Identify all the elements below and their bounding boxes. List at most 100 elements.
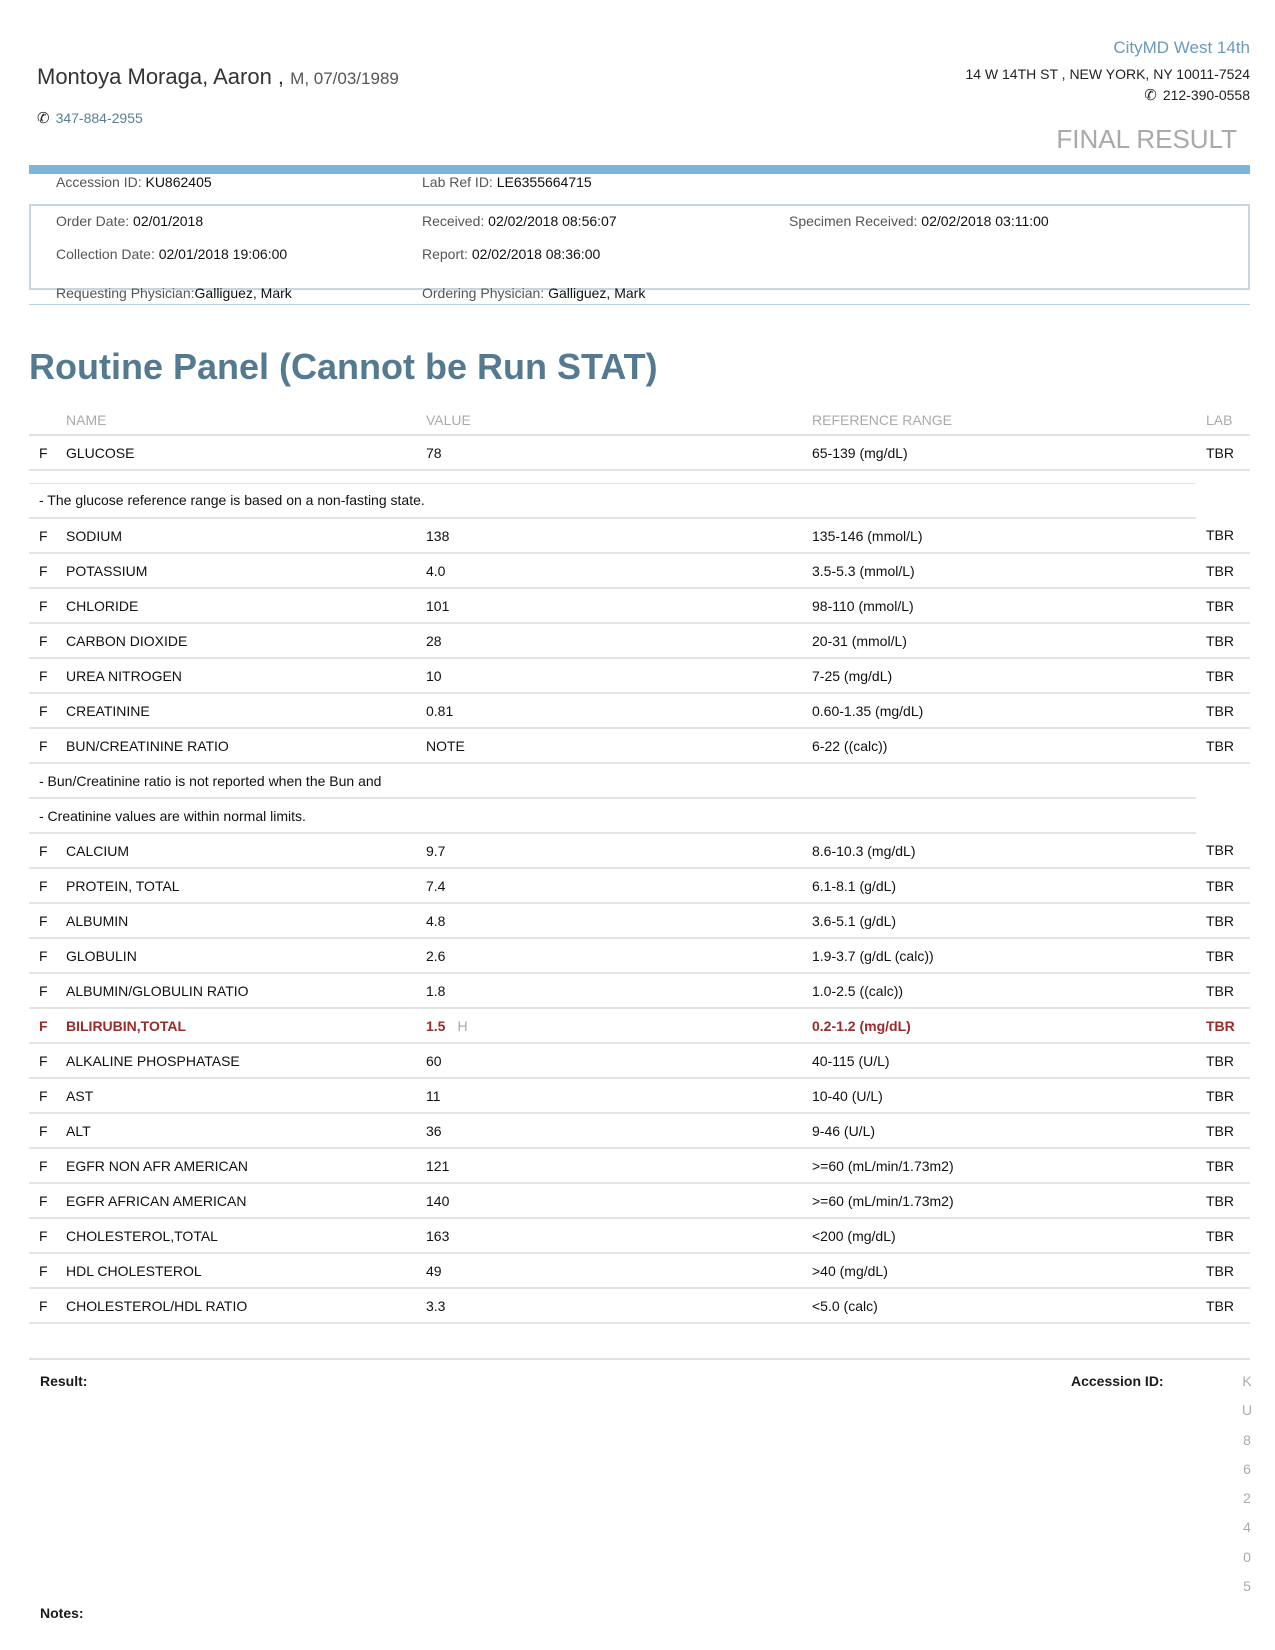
row-lab: TBR bbox=[1196, 518, 1250, 554]
patient-name: Montoya Moraga, Aaron , M, 07/03/1989 bbox=[37, 64, 399, 90]
row-flag: F bbox=[29, 1253, 66, 1289]
header-name: NAME bbox=[66, 405, 426, 436]
accession-char: 6 bbox=[1243, 1460, 1251, 1477]
row-reference: 1.9-3.7 (g/dL (calc)) bbox=[812, 938, 1196, 974]
row-value: 9.7 bbox=[426, 833, 812, 869]
row-flag: F bbox=[29, 1078, 66, 1114]
table-row: F GLOBULIN 2.6 1.9-3.7 (g/dL (calc)) TBR bbox=[29, 938, 1250, 974]
row-name: BILIRUBIN,TOTAL bbox=[66, 1008, 426, 1044]
phone-icon: ✆ bbox=[1144, 86, 1157, 104]
row-flag: F bbox=[29, 1148, 66, 1184]
bun-note-1: - Bun/Creatinine ratio is not reported w… bbox=[29, 763, 1196, 799]
row-reference: <200 (mg/dL) bbox=[812, 1218, 1196, 1254]
results-table: NAME VALUE REFERENCE RANGE LAB F GLUCOSE… bbox=[29, 405, 1250, 1324]
spacer-lab-cell bbox=[1196, 470, 1250, 483]
row-reference: 7-25 (mg/dL) bbox=[812, 658, 1196, 694]
requesting-physician-value: Galliguez, Mark bbox=[194, 285, 292, 301]
table-row: F BUN/CREATININE RATIO NOTE 6-22 ((calc)… bbox=[29, 728, 1250, 764]
table-note-row: - Creatinine values are within normal li… bbox=[29, 798, 1250, 834]
row-lab: TBR bbox=[1196, 728, 1250, 764]
row-lab: TBR bbox=[1196, 1113, 1250, 1149]
collection-date: Collection Date: 02/01/2018 19:06:00 bbox=[56, 246, 287, 262]
note-lab-cell bbox=[1196, 798, 1250, 833]
glucose-note: - The glucose reference range is based o… bbox=[29, 483, 1196, 519]
row-lab: TBR bbox=[1196, 938, 1250, 974]
footer-accession-label: Accession ID: bbox=[1071, 1373, 1164, 1389]
high-flag: H bbox=[457, 1017, 468, 1034]
table-note-row: - Bun/Creatinine ratio is not reported w… bbox=[29, 763, 1250, 799]
row-lab: TBR bbox=[1196, 1148, 1250, 1184]
row-reference: 98-110 (mmol/L) bbox=[812, 588, 1196, 624]
footer-accession-value: K U 8 6 2 4 0 5 bbox=[1240, 1373, 1254, 1607]
row-flag: F bbox=[29, 623, 66, 659]
table-row: F CHOLESTEROL,TOTAL 163 <200 (mg/dL) TBR bbox=[29, 1218, 1250, 1254]
row-reference: 135-146 (mmol/L) bbox=[812, 518, 1196, 554]
meta-divider bbox=[29, 304, 1250, 305]
patient-demographics: M, 07/03/1989 bbox=[290, 69, 399, 88]
row-name: CHOLESTEROL,TOTAL bbox=[66, 1218, 426, 1254]
table-header-row: NAME VALUE REFERENCE RANGE LAB bbox=[29, 405, 1250, 436]
row-value: 138 bbox=[426, 518, 812, 554]
table-note-row: - The glucose reference range is based o… bbox=[29, 483, 1250, 519]
row-value: 4.0 bbox=[426, 553, 812, 589]
row-flag: F bbox=[29, 1043, 66, 1079]
patient-phone-number[interactable]: 347-884-2955 bbox=[56, 110, 143, 126]
row-value: 49 bbox=[426, 1253, 812, 1289]
row-flag: F bbox=[29, 1218, 66, 1254]
row-value: NOTE bbox=[426, 728, 812, 764]
row-lab: TBR bbox=[1196, 1288, 1250, 1324]
row-reference: 0.2-1.2 (mg/dL) bbox=[812, 1008, 1196, 1044]
row-name: AST bbox=[66, 1078, 426, 1114]
table-row: F CHOLESTEROL/HDL RATIO 3.3 <5.0 (calc) … bbox=[29, 1288, 1250, 1324]
row-name: EGFR NON AFR AMERICAN bbox=[66, 1148, 426, 1184]
table-spacer-row bbox=[29, 470, 1250, 484]
accession-char: 2 bbox=[1243, 1490, 1251, 1507]
row-name: GLUCOSE bbox=[66, 435, 426, 471]
row-lab: TBR bbox=[1196, 973, 1250, 1009]
table-row: F CARBON DIOXIDE 28 20-31 (mmol/L) TBR bbox=[29, 623, 1250, 659]
row-name: UREA NITROGEN bbox=[66, 658, 426, 694]
specimen-received-label: Specimen Received: bbox=[789, 213, 918, 229]
row-lab: TBR bbox=[1196, 1008, 1250, 1044]
table-row: F CHLORIDE 101 98-110 (mmol/L) TBR bbox=[29, 588, 1250, 624]
row-lab: TBR bbox=[1196, 658, 1250, 694]
header-accent-bar bbox=[29, 165, 1250, 174]
received-label: Received: bbox=[422, 213, 485, 229]
row-flag: F bbox=[29, 833, 66, 869]
row-name: EGFR AFRICAN AMERICAN bbox=[66, 1183, 426, 1219]
row-value: 0.81 bbox=[426, 693, 812, 729]
notes-label: Notes: bbox=[40, 1605, 84, 1621]
footer-divider bbox=[29, 1358, 1250, 1360]
accession-char: 4 bbox=[1243, 1519, 1251, 1536]
table-row: F UREA NITROGEN 10 7-25 (mg/dL) TBR bbox=[29, 658, 1250, 694]
row-reference: 65-139 (mg/dL) bbox=[812, 435, 1196, 471]
report-date-value: 02/02/2018 08:36:00 bbox=[471, 246, 601, 262]
table-row: F HDL CHOLESTEROL 49 >40 (mg/dL) TBR bbox=[29, 1253, 1250, 1289]
row-value: 1.8 bbox=[426, 973, 812, 1009]
row-flag: F bbox=[29, 728, 66, 764]
row-name: CARBON DIOXIDE bbox=[66, 623, 426, 659]
clinic-phone: ✆ 212-390-0558 bbox=[1144, 87, 1250, 103]
row-reference: 20-31 (mmol/L) bbox=[812, 623, 1196, 659]
row-lab: TBR bbox=[1196, 588, 1250, 624]
table-row: F CALCIUM 9.7 8.6-10.3 (mg/dL) TBR bbox=[29, 833, 1250, 869]
accession-char: 5 bbox=[1243, 1578, 1251, 1595]
accession-char: K bbox=[1242, 1373, 1252, 1389]
row-flag: F bbox=[29, 903, 66, 939]
accession-id-value: KU862405 bbox=[145, 174, 212, 190]
lab-ref-id: Lab Ref ID: LE6355664715 bbox=[422, 174, 592, 190]
table-row: F ALT 36 9-46 (U/L) TBR bbox=[29, 1113, 1250, 1149]
row-reference: 8.6-10.3 (mg/dL) bbox=[812, 833, 1196, 869]
result-status: FINAL RESULT bbox=[1056, 124, 1237, 154]
row-name: CREATININE bbox=[66, 693, 426, 729]
row-flag: F bbox=[29, 938, 66, 974]
row-name: ALBUMIN/GLOBULIN RATIO bbox=[66, 973, 426, 1009]
lab-ref-id-value: LE6355664715 bbox=[496, 174, 592, 190]
row-value: 78 bbox=[426, 435, 812, 471]
row-lab: TBR bbox=[1196, 1218, 1250, 1254]
clinic-phone-number[interactable]: 212-390-0558 bbox=[1163, 87, 1250, 103]
row-value: 101 bbox=[426, 588, 812, 624]
order-date-label: Order Date: bbox=[56, 213, 130, 229]
row-flag: F bbox=[29, 658, 66, 694]
received-value: 02/02/2018 08:56:07 bbox=[488, 213, 617, 229]
